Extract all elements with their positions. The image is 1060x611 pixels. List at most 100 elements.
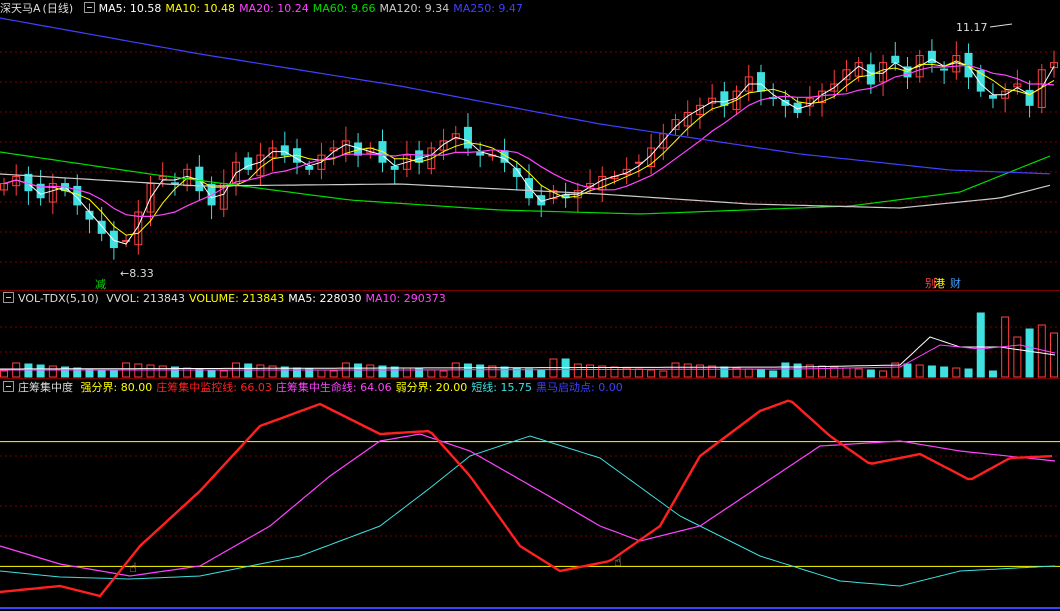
volume-bar [756,369,765,378]
volume-bar [927,365,936,378]
volume-bar [976,312,985,378]
volume-bar [219,370,228,378]
volume-bar [781,362,790,378]
candle-body [305,165,314,170]
volume-bar [427,369,436,378]
volume-bar [317,369,326,378]
volume-bar [720,366,729,378]
hand-cursor-icon: ☝ [129,561,137,576]
volume-bar [1013,336,1022,378]
candle-body [988,94,997,99]
candle-body [1025,89,1034,106]
volume-bar [476,364,485,378]
volume-bar [366,364,375,378]
volume-bar [525,368,533,378]
chip-legend: 强分界: 80.00 庄筹集中监控线: 66.03 庄筹集中生命线: 64.06 弱分… [81,381,627,394]
volume-bar [48,365,57,378]
volume-bar [866,369,875,378]
volume-bar [659,370,668,378]
candle-body [940,68,949,71]
volume-bar [683,363,692,378]
volume-bar [940,366,949,378]
volume-ma10-line [0,344,1056,371]
candle-body [525,178,533,199]
volume-ma5-line [0,336,1056,370]
volume-bar [818,365,827,378]
candle-body [170,182,179,185]
hand-cursor-icon: ☝ [614,555,622,570]
candle-body [109,230,118,249]
collapse-toggle-icon[interactable] [3,292,14,303]
pane-separator [0,290,1060,291]
chip-header: 庄筹集中度 强分界: 80.00 庄筹集中监控线: 66.03 庄筹集中生命线: 6… [0,381,631,395]
high-price-pointer [989,23,1013,28]
candle-body [891,55,900,64]
volume-legend-item: MA5: 228030 [288,292,362,305]
ma250-line [0,17,1051,175]
candle-body [756,72,765,92]
volume-bar [537,369,546,378]
volume-bar [842,367,851,378]
volume-legend-item: MA10: 290373 [365,292,446,305]
candle-body [280,145,289,156]
volume-bar [158,365,167,378]
volume-bar [915,364,924,378]
volume-chart[interactable] [0,307,1060,379]
signal-cai: 财 [950,276,961,290]
volume-bar [988,370,997,378]
collapse-toggle-icon[interactable] [83,2,95,13]
volume-bar [573,363,582,378]
volume-bar [0,370,8,378]
candle-body [463,126,472,149]
signal-gang: 港 [934,277,945,290]
ma5-line [3,58,1055,245]
chip-indicator-name[interactable]: 庄筹集中度 [18,381,73,394]
signal-jian: 减 [95,278,106,290]
volume-indicator-name[interactable]: VOL-TDX(5,10) [18,292,99,305]
chip-legend-item: 短线: 15.75 [471,381,533,394]
volume-bar [329,370,338,378]
volume-bar [744,368,753,378]
volume-bar [109,370,118,378]
price-chart[interactable]: 11.17←8.33减 别港财 [0,14,1060,290]
chip-legend-item: 强分界: 80.00 [80,381,153,394]
volume-bar [500,366,509,378]
volume-bar [183,367,192,378]
volume-bar [36,364,45,378]
volume-bar [769,370,778,378]
pane-separator [0,378,1060,379]
collapse-toggle-icon[interactable] [3,381,14,392]
volume-bar [964,368,973,378]
volume-bar [647,369,656,378]
volume-bar [463,363,472,378]
candle-body [720,91,729,106]
chip-legend-item: 黑马启动点: 0.00 [536,381,623,394]
volume-bar [952,367,961,378]
candle-body [390,165,399,170]
ma10-line [3,60,1055,236]
volume-bar [256,364,265,378]
low-price-label: ←8.33 [120,267,154,280]
volume-bar [1025,328,1034,378]
chip-legend-item: 庄筹集中生命线: 64.06 [275,381,392,394]
volume-bar [671,362,680,378]
chip-concentration-chart[interactable]: ☝ ☝ [0,396,1060,611]
high-price-label: 11.17 [956,21,988,34]
volume-bar [402,367,411,378]
volume-bar [73,367,82,378]
volume-bar [586,364,595,378]
volume-legend: VVOL: 213843 VOLUME: 213843 MA5: 228030 MA1… [106,292,450,305]
volume-header: VOL-TDX(5,10) VVOL: 213843 VOLUME: 213843… [0,292,454,306]
volume-legend-item: VOLUME: 213843 [189,292,285,305]
volume-bar [293,367,302,378]
lifeline [0,433,1056,577]
volume-bar [146,364,155,378]
candle-body [415,150,424,163]
volume-legend-item: VVOL: 213843 [106,292,186,305]
volume-bar [439,370,448,378]
volume-bar [793,363,802,378]
chip-legend-item: 弱分界: 20.00 [395,381,468,394]
chip-legend-item: 庄筹集中监控线: 66.03 [156,381,272,394]
volume-bar [97,369,106,378]
volume-bar [854,368,863,378]
